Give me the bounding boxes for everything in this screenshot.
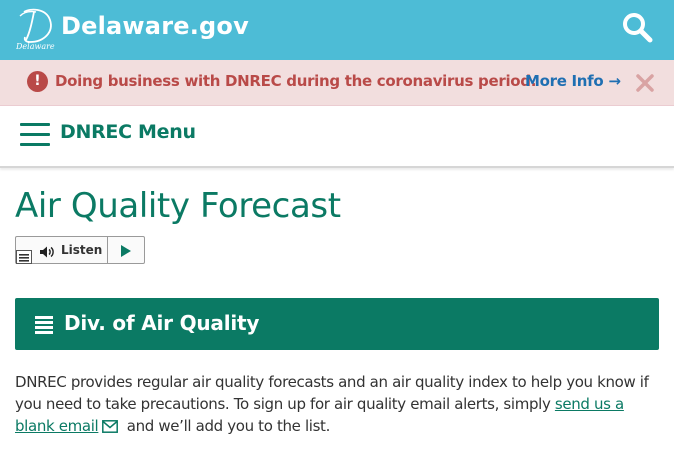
- coronavirus-alert: ! Doing business with DNREC during the c…: [0, 60, 674, 106]
- exclamation-circle-icon: !: [27, 71, 48, 92]
- listen-menu-button[interactable]: [16, 249, 32, 264]
- close-icon: [636, 74, 654, 92]
- play-icon[interactable]: [119, 243, 133, 257]
- dnrec-menu-bar: DNREC Menu: [0, 106, 674, 168]
- list-icon: [35, 316, 53, 334]
- delaware-logo[interactable]: Delaware: [15, 6, 56, 51]
- div-of-air-quality-panel: Div. of Air Quality: [15, 298, 659, 350]
- logo-subtext: Delaware: [16, 42, 55, 50]
- intro-paragraph: DNREC provides regular air quality forec…: [15, 371, 655, 437]
- listen-button[interactable]: Listen: [61, 243, 102, 257]
- alert-close-button[interactable]: [634, 70, 656, 94]
- envelope-icon[interactable]: [102, 417, 119, 433]
- search-button[interactable]: [620, 10, 656, 46]
- intro-text-end: and we’ll add you to the list.: [122, 417, 331, 435]
- intro-text: DNREC provides regular air quality forec…: [15, 373, 649, 413]
- listen-widget: Listen: [15, 236, 145, 264]
- more-info-label: More Info: [525, 72, 604, 90]
- panel-title: Div. of Air Quality: [64, 311, 260, 335]
- arrow-right-icon: →: [608, 72, 621, 90]
- search-icon: [623, 13, 653, 43]
- menu-icon: [16, 250, 32, 264]
- listen-divider: [107, 237, 108, 263]
- page-title: Air Quality Forecast: [15, 186, 341, 226]
- hamburger-icon[interactable]: [20, 123, 50, 147]
- speaker-icon: [39, 244, 55, 258]
- site-header: Delaware Delaware.gov: [0, 0, 674, 60]
- site-brand[interactable]: Delaware.gov: [61, 12, 249, 40]
- delaware-d-icon: Delaware: [15, 8, 55, 51]
- alert-message: Doing business with DNREC during the cor…: [55, 72, 537, 90]
- dnrec-menu-button[interactable]: DNREC Menu: [60, 121, 196, 143]
- more-info-link[interactable]: More Info →: [525, 72, 621, 90]
